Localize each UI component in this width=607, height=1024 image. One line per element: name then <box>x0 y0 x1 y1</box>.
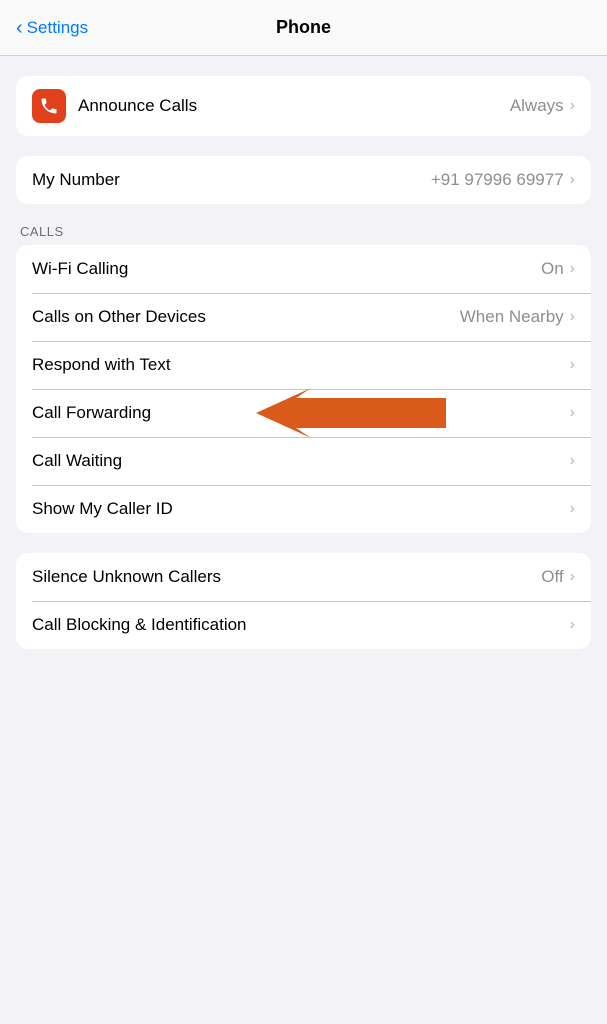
my-number-value: +91 97996 69977 <box>431 170 564 190</box>
call-waiting-row[interactable]: Call Waiting › <box>16 437 591 485</box>
bottom-section: Silence Unknown Callers Off › Call Block… <box>0 553 607 649</box>
calls-card: Wi-Fi Calling On › Calls on Other Device… <box>16 245 591 533</box>
wifi-calling-value: On <box>541 259 564 279</box>
my-number-label: My Number <box>32 170 431 190</box>
calls-other-devices-value: When Nearby <box>460 307 564 327</box>
announce-calls-row[interactable]: Announce Calls Always › <box>16 76 591 136</box>
calls-section: CALLS Wi-Fi Calling On › Calls on Other … <box>0 224 607 533</box>
wifi-calling-label: Wi-Fi Calling <box>32 259 541 279</box>
back-button[interactable]: ‹ Settings <box>16 18 88 38</box>
calls-other-devices-label: Calls on Other Devices <box>32 307 460 327</box>
call-forwarding-row[interactable]: Call Forwarding › <box>16 389 591 437</box>
call-blocking-chevron: › <box>570 616 575 634</box>
silence-unknown-row[interactable]: Silence Unknown Callers Off › <box>16 553 591 601</box>
respond-with-text-chevron: › <box>570 356 575 374</box>
announce-calls-card: Announce Calls Always › <box>16 76 591 136</box>
announce-calls-chevron: › <box>570 97 575 115</box>
phone-app-icon <box>32 89 66 123</box>
chevron-left-icon: ‹ <box>16 18 23 38</box>
header: ‹ Settings Phone <box>0 0 607 56</box>
call-forwarding-label: Call Forwarding <box>32 403 564 423</box>
show-caller-id-label: Show My Caller ID <box>32 499 564 519</box>
show-caller-id-chevron: › <box>570 500 575 518</box>
calls-other-devices-chevron: › <box>570 308 575 326</box>
wifi-calling-row[interactable]: Wi-Fi Calling On › <box>16 245 591 293</box>
announce-calls-label: Announce Calls <box>78 96 510 116</box>
call-forwarding-chevron: › <box>570 404 575 422</box>
announce-calls-value: Always <box>510 96 564 116</box>
respond-with-text-label: Respond with Text <box>32 355 564 375</box>
announce-calls-section: Announce Calls Always › <box>0 76 607 136</box>
call-waiting-chevron: › <box>570 452 575 470</box>
call-blocking-label: Call Blocking & Identification <box>32 615 564 635</box>
back-label[interactable]: Settings <box>27 18 88 38</box>
silence-unknown-chevron: › <box>570 568 575 586</box>
page-title: Phone <box>276 17 331 38</box>
my-number-section: My Number +91 97996 69977 › <box>0 156 607 204</box>
call-waiting-label: Call Waiting <box>32 451 564 471</box>
bottom-card: Silence Unknown Callers Off › Call Block… <box>16 553 591 649</box>
silence-unknown-label: Silence Unknown Callers <box>32 567 541 587</box>
show-caller-id-row[interactable]: Show My Caller ID › <box>16 485 591 533</box>
call-blocking-row[interactable]: Call Blocking & Identification › <box>16 601 591 649</box>
calls-section-label: CALLS <box>0 224 607 245</box>
my-number-card: My Number +91 97996 69977 › <box>16 156 591 204</box>
my-number-row[interactable]: My Number +91 97996 69977 › <box>16 156 591 204</box>
respond-with-text-row[interactable]: Respond with Text › <box>16 341 591 389</box>
my-number-chevron: › <box>570 171 575 189</box>
phone-svg-icon <box>39 96 59 116</box>
calls-other-devices-row[interactable]: Calls on Other Devices When Nearby › <box>16 293 591 341</box>
wifi-calling-chevron: › <box>570 260 575 278</box>
silence-unknown-value: Off <box>541 567 563 587</box>
